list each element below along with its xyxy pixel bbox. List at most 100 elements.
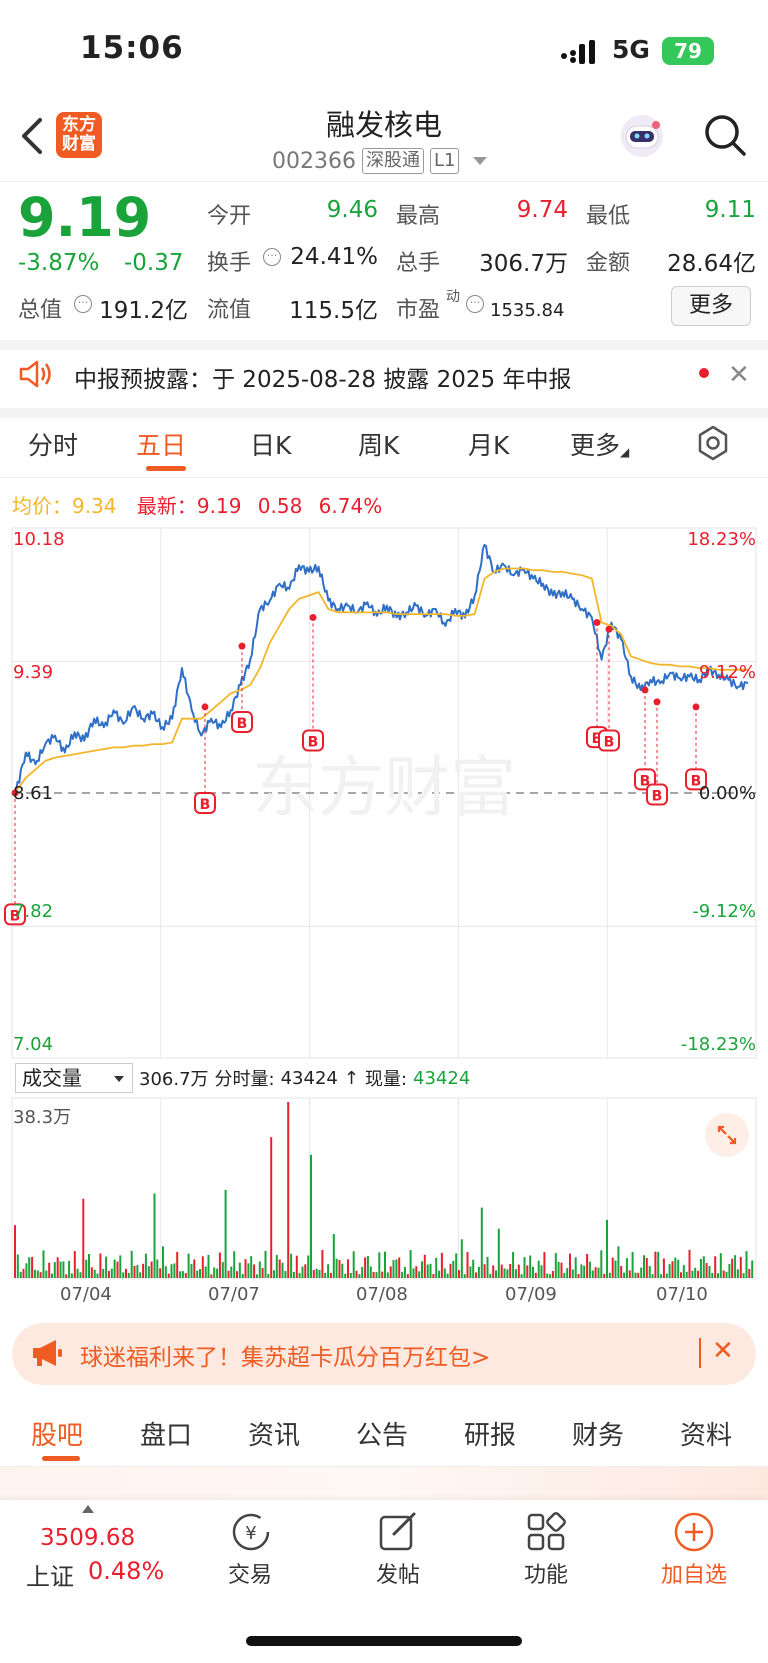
close-icon[interactable]: ✕: [712, 1336, 734, 1366]
chart-legend: 均价：9.34 最新：9.19 0.58 6.74%: [12, 490, 382, 519]
stock-code-row[interactable]: 002366 深股通 L1: [272, 146, 488, 176]
volume-bar: [477, 1266, 480, 1278]
x-tick: 07/04: [60, 1284, 112, 1305]
volume-info-row: 成交量 306.7万 分时量: 43424 ↑ 现量: 43424: [15, 1063, 470, 1093]
buy-marker-label: B: [652, 789, 663, 805]
info-icon[interactable]: ···: [263, 248, 281, 266]
volume-bar: [660, 1274, 663, 1278]
volume-bar: [586, 1254, 589, 1278]
search-icon[interactable]: [702, 112, 748, 158]
buy-marker: B: [598, 729, 620, 752]
volume-bar: [298, 1273, 301, 1278]
volume-bar: [82, 1198, 85, 1278]
gear-icon[interactable]: [695, 425, 731, 461]
index-percent[interactable]: 0.48%: [88, 1557, 164, 1585]
divider: [0, 477, 768, 478]
unread-dot: [699, 368, 709, 378]
volume-bar: [574, 1257, 577, 1278]
volume-bar: [569, 1253, 571, 1278]
volume-bar: [492, 1265, 495, 1278]
volume-bar: [449, 1263, 452, 1278]
low-label: 最低: [586, 204, 631, 229]
tab-monthly-k[interactable]: 月K: [468, 426, 509, 462]
bottom-item-add-watchlist[interactable]: 加自选: [644, 1557, 744, 1589]
tab-announcements[interactable]: 公告: [356, 1415, 408, 1452]
volume-bar: [512, 1252, 515, 1278]
volume-bar: [241, 1274, 244, 1278]
volume-bar: [378, 1252, 381, 1278]
tab-research[interactable]: 研报: [464, 1415, 516, 1452]
volume-bar: [643, 1255, 645, 1278]
volume-bar: [105, 1256, 108, 1278]
volume-bar: [85, 1259, 88, 1278]
volume-bar: [76, 1268, 79, 1278]
stock-code: 002366: [272, 148, 356, 174]
volume-bar: [179, 1271, 182, 1278]
volume-bar: [153, 1193, 156, 1278]
home-indicator[interactable]: [246, 1636, 522, 1646]
info-icon[interactable]: ···: [74, 295, 92, 313]
index-name[interactable]: 上证: [26, 1557, 74, 1592]
tab-five-day[interactable]: 五日: [136, 426, 186, 462]
volume-bar: [421, 1261, 423, 1278]
bottom-item-trade[interactable]: 交易: [200, 1557, 300, 1589]
volume-bar: [722, 1270, 725, 1278]
expand-button[interactable]: [705, 1113, 749, 1157]
volume-bar: [150, 1261, 153, 1278]
volume-bar: [130, 1250, 133, 1278]
indicator-selector[interactable]: 成交量: [15, 1063, 133, 1093]
low-value: 9.11: [704, 197, 756, 223]
index-value[interactable]: 3509.68: [40, 1525, 135, 1551]
volume-bar: [290, 1253, 293, 1278]
tab-profile[interactable]: 资料: [680, 1415, 732, 1452]
tab-news[interactable]: 资讯: [248, 1415, 300, 1452]
tab-more[interactable]: 更多◢: [570, 426, 629, 462]
assistant-robot-icon[interactable]: [616, 112, 668, 160]
volume-bar: [506, 1269, 509, 1278]
volume-bar: [136, 1265, 139, 1278]
tab-guba[interactable]: 股吧: [31, 1415, 83, 1452]
volume-bar: [523, 1257, 526, 1278]
current-price: 9.19: [18, 186, 152, 249]
volume-bar: [398, 1257, 401, 1278]
volume-bar: [645, 1258, 648, 1278]
volume-bar: [631, 1252, 634, 1278]
status-time: 15:06: [80, 30, 184, 66]
turnover-label: 换手: [207, 251, 252, 276]
volume-bar: [221, 1262, 224, 1278]
volume-bar: [509, 1264, 512, 1278]
bottom-item-functions[interactable]: 功能: [496, 1557, 596, 1589]
amount-value: 28.64亿: [667, 251, 756, 277]
close-icon[interactable]: ✕: [728, 360, 750, 390]
tab-daily-k[interactable]: 日K: [250, 426, 291, 462]
now-value: 43424: [413, 1067, 471, 1089]
volume-bar: [159, 1268, 162, 1278]
more-button[interactable]: 更多: [671, 286, 751, 326]
volume-bar: [751, 1260, 754, 1278]
avg-label: 均价：: [12, 494, 72, 518]
volume-frame: [11, 1097, 757, 1279]
volume-bar: [438, 1270, 441, 1278]
volume-bar: [697, 1270, 700, 1278]
megaphone-icon: [33, 1340, 62, 1366]
amount-label: 金额: [586, 251, 631, 276]
volume-bar: [352, 1251, 355, 1278]
volume-bar: [728, 1263, 731, 1278]
tab-intraday[interactable]: 分时: [28, 426, 78, 462]
tab-pankou[interactable]: 盘口: [140, 1415, 192, 1452]
volume-bar: [517, 1264, 520, 1278]
tab-weekly-k[interactable]: 周K: [358, 426, 399, 462]
bottom-item-post[interactable]: 发帖: [348, 1557, 448, 1589]
volume-bar: [142, 1263, 145, 1278]
volume-bar: [680, 1272, 682, 1278]
volume-bar: [623, 1272, 626, 1278]
divider: [0, 340, 768, 350]
five-day-chart[interactable]: 东方财富 BBBB B BBBB: [0, 520, 768, 1280]
volume-bar: [418, 1271, 421, 1278]
volume-bar: [99, 1253, 102, 1278]
volume-bar: [549, 1274, 552, 1278]
tab-finance[interactable]: 财务: [572, 1415, 624, 1452]
volume-bar: [253, 1264, 256, 1278]
x-tick: 07/07: [208, 1284, 260, 1305]
info-icon[interactable]: ···: [466, 295, 484, 313]
